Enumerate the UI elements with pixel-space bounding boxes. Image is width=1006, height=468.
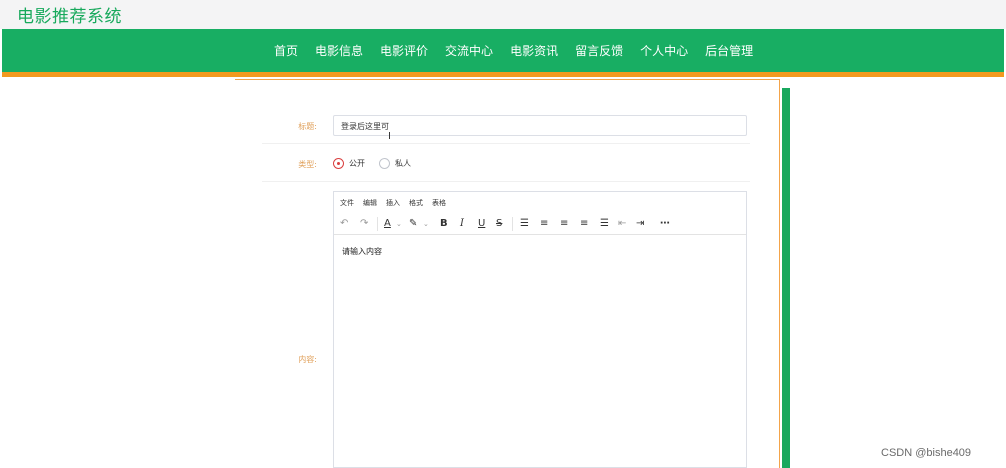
title-label: 标题: xyxy=(298,122,317,131)
chevron-down-icon[interactable]: ⌄ xyxy=(396,217,402,231)
rich-text-editor: 文件 编辑 插入 格式 表格 ↶ ↷ A ⌄ ✎ ⌄ B I U S ☰ ≡ ≡… xyxy=(333,191,747,468)
indent-icon[interactable]: ⇥ xyxy=(636,217,644,231)
menu-format[interactable]: 格式 xyxy=(409,198,423,208)
watermark: CSDN @bishe409 xyxy=(881,447,972,459)
menu-table[interactable]: 表格 xyxy=(432,198,446,208)
nav-movie-reviews[interactable]: 电影评价 xyxy=(380,42,428,59)
align-center-icon[interactable]: ≡ xyxy=(560,217,568,231)
outdent-icon[interactable]: ⇤ xyxy=(618,217,626,231)
bold-icon[interactable]: B xyxy=(440,217,448,231)
nav-feedback[interactable]: 留言反馈 xyxy=(575,42,623,59)
type-label: 类型: xyxy=(298,160,317,169)
divider xyxy=(262,181,750,182)
menu-file[interactable]: 文件 xyxy=(340,198,354,208)
nav-home[interactable]: 首页 xyxy=(274,42,298,59)
nav-movie-news[interactable]: 电影资讯 xyxy=(510,42,558,59)
radio-unchecked-icon xyxy=(379,158,390,169)
chevron-down-icon[interactable]: ⌄ xyxy=(423,217,429,231)
radio-private-label: 私人 xyxy=(395,159,411,168)
align-right-icon[interactable]: ≡ xyxy=(580,217,588,231)
nav-movie-info[interactable]: 电影信息 xyxy=(315,42,363,59)
content-label: 内容: xyxy=(298,355,317,364)
underline-icon[interactable]: U xyxy=(478,217,485,231)
italic-icon[interactable]: I xyxy=(460,217,464,231)
nav-accent-bar xyxy=(2,72,1004,77)
title-input[interactable]: 登录后这里可 xyxy=(333,115,747,136)
line-height-icon[interactable]: ☰ xyxy=(520,217,529,231)
card-side-accent xyxy=(782,88,790,468)
main-nav: 首页 电影信息 电影评价 交流中心 电影资讯 留言反馈 个人中心 后台管理 xyxy=(2,29,1004,72)
radio-public-label: 公开 xyxy=(349,159,365,168)
menu-edit[interactable]: 编辑 xyxy=(363,198,377,208)
nav-admin[interactable]: 后台管理 xyxy=(705,42,753,59)
radio-public[interactable]: 公开 xyxy=(333,158,365,169)
more-icon[interactable]: ⋯ xyxy=(660,217,670,231)
menu-insert[interactable]: 插入 xyxy=(386,198,400,208)
top-header: 电影推荐系统 xyxy=(0,0,1006,29)
nav-items: 首页 电影信息 电影评价 交流中心 电影资讯 留言反馈 个人中心 后台管理 xyxy=(274,29,770,72)
align-left-icon[interactable]: ≡ xyxy=(540,217,548,231)
editor-content-area[interactable]: 请输入内容 xyxy=(342,246,382,257)
editor-menubar: 文件 编辑 插入 格式 表格 xyxy=(340,198,455,208)
app-title[interactable]: 电影推荐系统 xyxy=(17,2,122,27)
strikethrough-icon[interactable]: S xyxy=(496,217,502,231)
radio-checked-icon xyxy=(333,158,344,169)
radio-private[interactable]: 私人 xyxy=(379,158,411,169)
editor-toolbar: ↶ ↷ A ⌄ ✎ ⌄ B I U S ☰ ≡ ≡ ≡ ☰ ⇤ ⇥ ⋯ xyxy=(334,214,746,235)
redo-icon[interactable]: ↷ xyxy=(360,217,368,231)
toolbar-separator xyxy=(377,217,378,231)
divider xyxy=(262,143,750,144)
undo-icon[interactable]: ↶ xyxy=(340,217,348,231)
font-color-icon[interactable]: A xyxy=(384,217,391,231)
nav-community[interactable]: 交流中心 xyxy=(445,42,493,59)
nav-profile[interactable]: 个人中心 xyxy=(640,42,688,59)
align-justify-icon[interactable]: ☰ xyxy=(600,217,609,231)
toolbar-separator xyxy=(512,217,513,231)
highlight-icon[interactable]: ✎ xyxy=(409,217,417,231)
text-cursor-icon: I xyxy=(388,131,391,142)
